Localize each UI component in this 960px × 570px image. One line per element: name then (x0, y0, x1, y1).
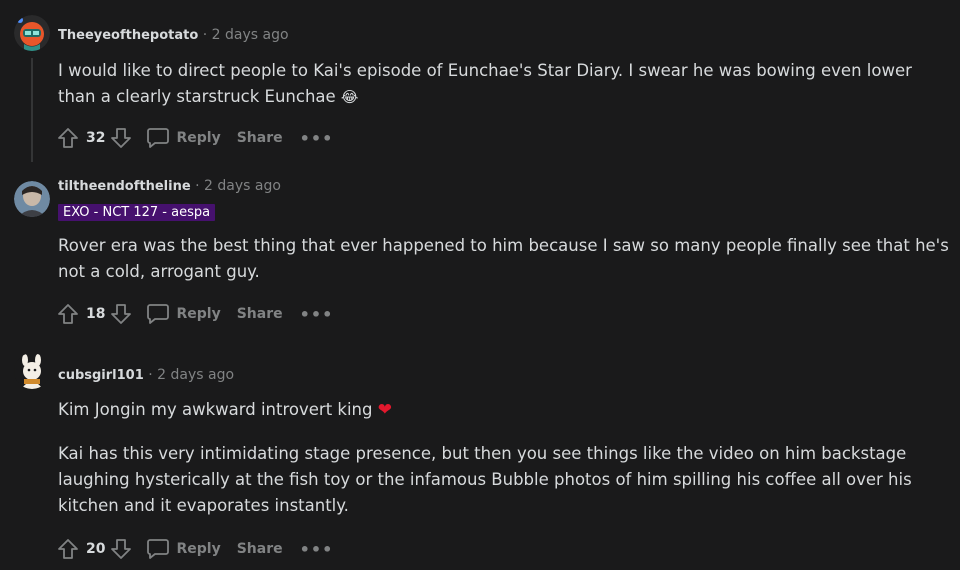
timestamp[interactable]: · 2 days ago (195, 178, 281, 194)
laughing-emoji-icon: 😂 (340, 88, 359, 106)
comment-bubble-icon (147, 128, 170, 148)
author-name[interactable]: cubsgirl101 (58, 368, 144, 383)
comment-text: Rover era was the best thing that ever h… (58, 236, 949, 281)
comment-bubble-icon (147, 304, 170, 324)
vote-score: 32 (86, 130, 106, 146)
comment-text: Kim Jongin my awkward introvert king (58, 400, 373, 419)
share-label: Share (236, 130, 283, 146)
timestamp[interactable]: · 2 days ago (203, 27, 289, 43)
comment-actions: 20 Reply Share ••• (55, 535, 333, 563)
comment-actions: 18 Reply Share ••• (55, 300, 333, 328)
comment-text: Kai has this very intimidating stage pre… (58, 444, 912, 515)
comment-body: I would like to direct people to Kai's e… (58, 58, 953, 110)
more-options-icon[interactable]: ••• (300, 540, 334, 559)
avatar[interactable] (14, 15, 50, 51)
comment-body: Kim Jongin my awkward introvert king ❤ (58, 397, 953, 423)
upvote-icon[interactable] (55, 536, 81, 562)
comment: cubsgirl101 · 2 days ago Kim Jongin my a… (0, 345, 960, 570)
reply-label: Reply (176, 306, 221, 322)
reply-label: Reply (176, 130, 221, 146)
reply-label: Reply (176, 541, 221, 557)
upvote-icon[interactable] (55, 125, 81, 151)
heart-emoji-icon: ❤ (377, 400, 392, 420)
comment: Theeyeofthepotato · 2 days ago I would l… (0, 0, 960, 165)
comment-meta: cubsgirl101 · 2 days ago (58, 367, 234, 383)
avatar[interactable] (14, 353, 50, 389)
avatar[interactable] (14, 181, 50, 217)
downvote-icon[interactable] (108, 125, 134, 151)
comment-body: Kai has this very intimidating stage pre… (58, 441, 953, 519)
user-flair: EXO - NCT 127 - aespa (58, 204, 216, 221)
comment-bubble-icon (147, 539, 170, 559)
comment-body: Rover era was the best thing that ever h… (58, 233, 953, 285)
comment-meta: Theeyeofthepotato · 2 days ago (58, 27, 289, 43)
timestamp[interactable]: · 2 days ago (148, 367, 234, 383)
comment-actions: 32 Reply Share ••• (55, 124, 333, 152)
reply-button[interactable]: Reply (146, 302, 221, 326)
share-button[interactable]: Share (237, 130, 283, 146)
comment: tiltheendoftheline · 2 days ago EXO - NC… (0, 165, 960, 345)
author-name[interactable]: tiltheendoftheline (58, 179, 191, 194)
author-name[interactable]: Theeyeofthepotato (58, 28, 198, 43)
downvote-icon[interactable] (108, 301, 134, 327)
upvote-icon[interactable] (55, 301, 81, 327)
vote-score: 18 (86, 306, 106, 322)
comment-text: I would like to direct people to Kai's e… (58, 61, 912, 106)
more-options-icon[interactable]: ••• (300, 305, 334, 324)
comment-meta: tiltheendoftheline · 2 days ago (58, 178, 281, 194)
reply-button[interactable]: Reply (146, 537, 221, 561)
vote-score: 20 (86, 541, 106, 557)
share-button[interactable]: Share (237, 541, 283, 557)
downvote-icon[interactable] (108, 536, 134, 562)
share-label: Share (236, 541, 283, 557)
share-label: Share (236, 306, 283, 322)
share-button[interactable]: Share (237, 306, 283, 322)
more-options-icon[interactable]: ••• (300, 129, 334, 148)
reply-button[interactable]: Reply (146, 126, 221, 150)
